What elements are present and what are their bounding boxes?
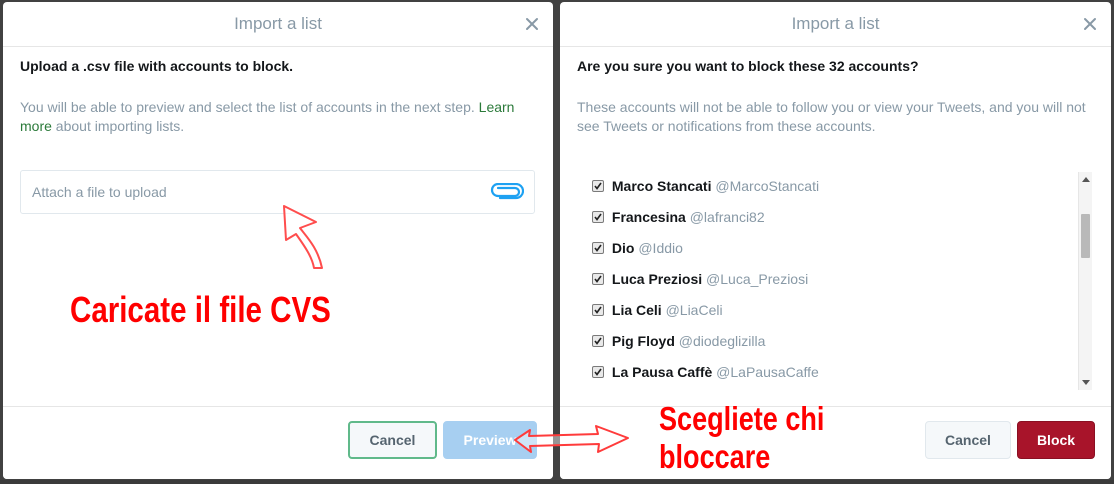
list-item[interactable]: Pig Floyd @diodeglizilla [592, 333, 765, 353]
account-name: Marco Stancati [611, 178, 712, 194]
account-handle: @LaPausaCaffe [716, 364, 819, 380]
import-list-modal-upload: Import a list Upload a .csv file with ac… [3, 2, 553, 479]
list-item[interactable]: La Pausa Caffè @LaPausaCaffe [592, 364, 819, 384]
file-upload-field[interactable]: Attach a file to upload [20, 170, 535, 214]
checkbox-checked-icon[interactable] [592, 366, 604, 378]
confirm-heading: Are you sure you want to block these 32 … [577, 58, 919, 74]
account-list-scrollbar[interactable] [1078, 172, 1092, 390]
upload-description: You will be able to preview and select t… [20, 98, 540, 136]
account-handle: @lafranci82 [689, 209, 765, 225]
modal-header: Import a list [3, 2, 553, 47]
account-name: Luca Preziosi [611, 271, 703, 287]
upload-heading: Upload a .csv file with accounts to bloc… [20, 58, 294, 74]
annotation-choose-text: Scegliete chi bloccare [659, 400, 825, 475]
description-text-end: about importing lists. [51, 118, 185, 134]
cancel-button[interactable]: Cancel [925, 421, 1011, 459]
description-text: You will be able to preview and select t… [20, 99, 479, 115]
import-list-modal-confirm: Import a list Are you sure you want to b… [560, 2, 1111, 479]
list-item[interactable]: Marco Stancati @MarcoStancati [592, 178, 819, 198]
list-item[interactable]: Francesina @lafranci82 [592, 209, 765, 229]
annotation-upload-text: Caricate il file CVS [70, 289, 331, 330]
account-list: Marco Stancati @MarcoStancati Francesina… [577, 172, 1092, 392]
account-name: Francesina [611, 209, 686, 225]
modal-title: Import a list [234, 14, 322, 33]
upload-placeholder: Attach a file to upload [32, 184, 167, 200]
checkbox-checked-icon[interactable] [592, 211, 604, 223]
modal-footer: Cancel Block [560, 406, 1111, 479]
account-name: La Pausa Caffè [611, 364, 713, 380]
scroll-thumb[interactable] [1081, 214, 1090, 258]
list-item[interactable]: Dio @Iddio [592, 240, 683, 260]
preview-button[interactable]: Preview [443, 421, 537, 459]
account-handle: @Iddio [638, 240, 683, 256]
block-button[interactable]: Block [1017, 421, 1095, 459]
scroll-down-arrow-icon[interactable] [1082, 380, 1090, 385]
checkbox-checked-icon[interactable] [592, 335, 604, 347]
modal-title: Import a list [791, 14, 880, 33]
list-item[interactable]: Luca Preziosi @Luca_Preziosi [592, 271, 808, 291]
cancel-button[interactable]: Cancel [348, 421, 437, 459]
scroll-up-arrow-icon[interactable] [1082, 177, 1090, 182]
checkbox-checked-icon[interactable] [592, 180, 604, 192]
checkbox-checked-icon[interactable] [592, 242, 604, 254]
checkbox-checked-icon[interactable] [592, 273, 604, 285]
account-handle: @diodeglizilla [678, 333, 766, 349]
close-icon[interactable] [1083, 17, 1097, 31]
page-backdrop [0, 480, 1114, 484]
account-handle: @LiaCeli [665, 302, 723, 318]
modal-footer: Cancel Preview [3, 406, 553, 479]
account-handle: @Luca_Preziosi [706, 271, 809, 287]
account-handle: @MarcoStancati [715, 178, 820, 194]
account-name: Pig Floyd [611, 333, 675, 349]
list-item[interactable]: Lia Celi @LiaCeli [592, 302, 723, 322]
account-name: Dio [611, 240, 635, 256]
paperclip-icon[interactable] [490, 182, 525, 201]
confirm-description: These accounts will not be able to follo… [577, 99, 1086, 134]
account-name: Lia Celi [611, 302, 662, 318]
close-icon[interactable] [525, 17, 539, 31]
checkbox-checked-icon[interactable] [592, 304, 604, 316]
modal-header: Import a list [560, 2, 1111, 47]
